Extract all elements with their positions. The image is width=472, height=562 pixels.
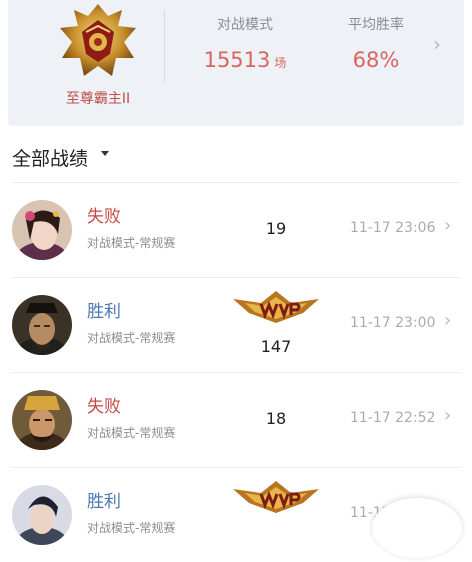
rank-name: 至尊霸主II <box>65 91 131 107</box>
hero-avatar <box>12 390 72 450</box>
match-row[interactable]: 失败 对战模式-常规赛 18 11-17 22:52 › <box>0 372 472 467</box>
chevron-right-icon[interactable]: › <box>444 310 451 331</box>
match-result: 胜利 <box>87 492 121 512</box>
match-score: 147 <box>260 337 292 356</box>
match-result: 失败 <box>87 207 121 227</box>
hero-avatar <box>12 200 72 260</box>
match-row[interactable]: 胜利 对战模式-常规赛 147 11-17 23:00 › <box>0 277 472 372</box>
hero-avatar <box>12 485 72 545</box>
row-divider <box>12 182 460 183</box>
row-divider <box>12 372 460 373</box>
chevron-right-icon[interactable]: › <box>444 215 451 236</box>
section-filter-title[interactable]: 全部战绩 <box>12 144 88 171</box>
row-divider <box>12 467 460 468</box>
rank-summary-card[interactable]: 至尊霸主II 对战模式 15513 场 平均胜率 68% › <box>8 0 464 126</box>
rank-crest-icon <box>60 4 136 76</box>
match-score: 18 <box>265 409 287 428</box>
summary-divider <box>164 10 165 82</box>
match-time: 11-17 23:06 <box>350 220 436 236</box>
match-mode: 对战模式-常规赛 <box>87 426 176 440</box>
match-mode: 对战模式-常规赛 <box>87 521 176 535</box>
floating-button[interactable] <box>372 498 462 558</box>
hero-avatar <box>12 295 72 355</box>
match-count-stat: 对战模式 15513 场 <box>180 14 310 72</box>
match-mode: 对战模式-常规赛 <box>87 236 176 250</box>
winrate-label: 平均胜率 <box>348 17 404 33</box>
match-mode: 对战模式-常规赛 <box>87 331 176 345</box>
match-time: 11-17 23:00 <box>350 315 436 331</box>
match-count-value-row: 15513 场 <box>180 48 310 72</box>
row-divider <box>12 277 460 278</box>
caret-down-icon[interactable] <box>101 151 109 156</box>
mvp-badge-icon <box>233 481 319 513</box>
winrate-value: 68% <box>352 48 400 72</box>
match-score: 19 <box>265 219 287 238</box>
mvp-badge-icon <box>233 291 319 323</box>
match-count-label: 对战模式 <box>217 17 273 33</box>
chevron-right-icon[interactable]: › <box>444 405 451 426</box>
match-result: 胜利 <box>87 302 121 322</box>
match-count-value: 15513 <box>203 48 271 72</box>
match-time: 11-17 22:52 <box>350 410 436 426</box>
chevron-right-icon[interactable]: › <box>433 32 441 56</box>
match-row[interactable]: 失败 对战模式-常规赛 19 11-17 23:06 › <box>0 182 472 277</box>
winrate-stat: 平均胜率 68% <box>326 14 426 72</box>
match-result: 失败 <box>87 397 121 417</box>
match-count-unit: 场 <box>274 56 287 70</box>
